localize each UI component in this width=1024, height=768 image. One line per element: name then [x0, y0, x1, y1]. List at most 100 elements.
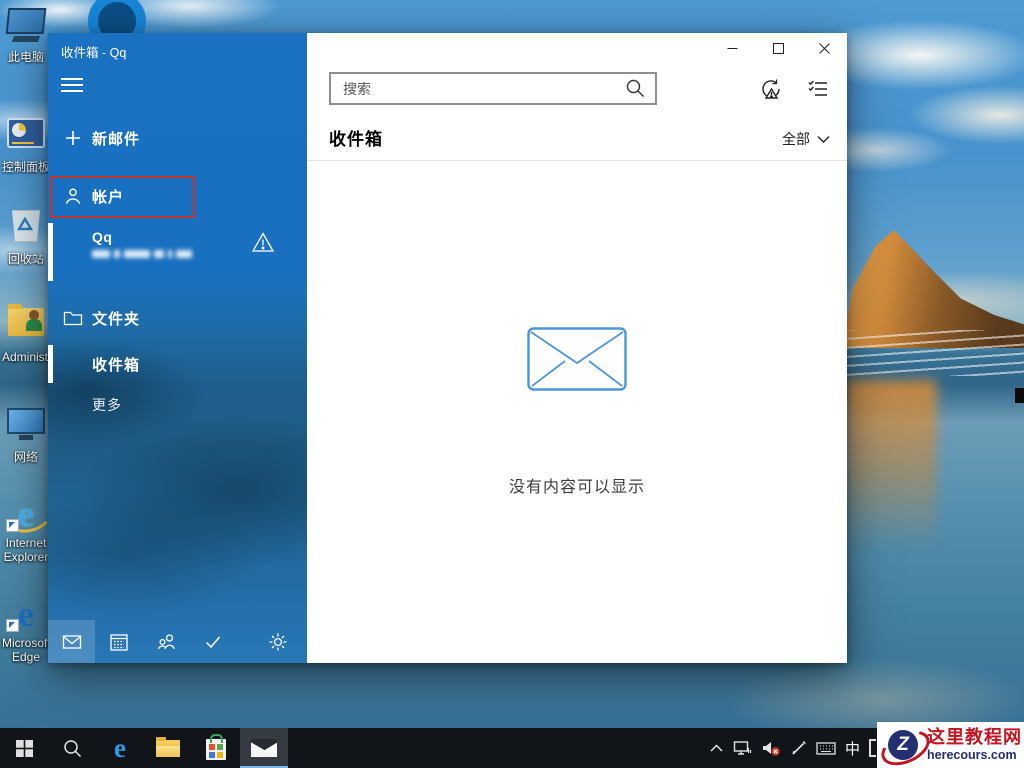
select-list-icon [806, 77, 830, 101]
shortcut-arrow-icon [6, 519, 19, 532]
header-divider [307, 160, 847, 161]
window-controls [709, 33, 847, 64]
selection-indicator [48, 223, 53, 281]
start-button[interactable] [0, 728, 48, 768]
new-mail-button[interactable]: 新邮件 [48, 123, 307, 153]
accounts-button[interactable]: 帐户 [48, 181, 307, 211]
desktop-icon-label: 控制面板 [2, 161, 50, 175]
taskbar-search-button[interactable] [48, 728, 96, 768]
mail-nav-button[interactable] [48, 620, 95, 663]
taskbar-edge-button[interactable]: e [96, 728, 144, 768]
watermark: Z 这里教程网 herecours.com [877, 722, 1024, 768]
mail-app-window: 收件箱 - Qq 新邮件 帐户 [48, 33, 847, 663]
calendar-nav-button[interactable] [95, 620, 142, 663]
mail-app-icon [251, 739, 277, 757]
desktop-icon-this-pc[interactable]: 此电脑 [2, 6, 50, 65]
search-icon[interactable] [626, 79, 645, 98]
selection-mode-button[interactable] [802, 73, 834, 105]
desktop-icon-label: Microsoft Edge [2, 637, 50, 665]
windows-logo-icon [16, 740, 33, 757]
window-title: 收件箱 - Qq [61, 42, 126, 61]
sidebar-item-inbox[interactable]: 收件箱 [48, 345, 307, 383]
warning-triangle-icon [251, 231, 275, 258]
wallpaper-cliff-reflection [845, 380, 937, 550]
desktop-icon-microsoft-edge[interactable]: e Microsoft Edge [2, 594, 50, 665]
control-panel-icon [6, 118, 46, 158]
gear-icon [267, 631, 289, 653]
desktop-icon-recycle-bin[interactable]: 回收站 [2, 206, 50, 267]
tray-partial-icon [869, 739, 876, 757]
masked-email-address [92, 250, 192, 258]
taskbar-store-button[interactable] [192, 728, 240, 768]
filter-dropdown[interactable]: 全部 [782, 129, 830, 149]
calendar-icon [108, 631, 130, 653]
people-nav-button[interactable] [142, 620, 189, 663]
desktop-screen: 此电脑 控制面板 回收站 Administrator 网络 e Internet… [0, 0, 1024, 768]
touch-keyboard-icon[interactable] [816, 741, 836, 756]
settings-nav-button[interactable] [254, 620, 301, 663]
new-mail-label: 新邮件 [92, 128, 140, 149]
desktop-icon-internet-explorer[interactable]: e Internet Explorer [2, 494, 50, 565]
watermark-site-name: 这里教程网 [927, 727, 1022, 748]
account-item-qq[interactable]: Qq [48, 223, 307, 283]
desktop-icon-label: 网络 [2, 451, 50, 465]
network-icon [6, 408, 46, 448]
checkmark-icon [202, 631, 224, 653]
search-icon [63, 739, 82, 758]
search-input[interactable] [341, 80, 626, 98]
desktop-icon-administrator[interactable]: Administrator [2, 302, 50, 365]
this-pc-icon [6, 8, 46, 48]
folders-label: 文件夹 [92, 308, 140, 329]
mail-sidebar: 收件箱 - Qq 新邮件 帐户 [48, 33, 307, 663]
volume-muted-icon[interactable] [761, 740, 781, 757]
mouse-cursor [1015, 388, 1024, 403]
plus-icon [62, 127, 84, 149]
internet-explorer-icon: e [6, 494, 46, 534]
taskbar-mail-button[interactable] [240, 728, 288, 768]
desktop-icon-control-panel[interactable]: 控制面板 [2, 112, 50, 175]
desktop-icon-label: Internet Explorer [2, 537, 50, 565]
sync-error-icon [759, 77, 783, 101]
network-icon[interactable] [733, 740, 752, 756]
close-button[interactable] [801, 33, 847, 64]
inbox-header-title: 收件箱 [329, 125, 383, 150]
recycle-bin-icon [6, 210, 46, 250]
pen-icon[interactable] [790, 740, 807, 757]
watermark-logo-icon: Z [881, 725, 925, 765]
store-icon [206, 739, 226, 760]
hamburger-menu-button[interactable] [61, 78, 83, 94]
empty-envelope-icon [527, 327, 627, 396]
file-explorer-icon [156, 740, 180, 757]
user-folder-icon [6, 308, 46, 348]
desktop-icon-label: 回收站 [2, 253, 50, 267]
selection-indicator [48, 345, 53, 383]
taskbar-file-explorer-button[interactable] [144, 728, 192, 768]
more-label: 更多 [92, 395, 122, 415]
person-icon [62, 185, 84, 207]
minimize-button[interactable] [709, 33, 755, 64]
maximize-button[interactable] [755, 33, 801, 64]
folders-button[interactable]: 文件夹 [48, 303, 307, 333]
search-box [329, 72, 657, 105]
chevron-down-icon [817, 135, 830, 144]
filter-label: 全部 [782, 129, 810, 149]
desktop-icon-label: Administrator [2, 351, 50, 365]
accounts-label: 帐户 [92, 186, 124, 207]
folder-icon [62, 307, 84, 329]
wallpaper-sea-foam [830, 330, 1024, 376]
edge-icon: e [114, 735, 126, 762]
desktop-icon-label: 此电脑 [2, 51, 50, 65]
system-tray: 中 [709, 728, 876, 768]
tray-chevron-up-icon[interactable] [709, 742, 724, 754]
inbox-label: 收件箱 [92, 354, 140, 375]
sync-button[interactable] [755, 73, 787, 105]
desktop-icon-network[interactable]: 网络 [2, 404, 50, 465]
shortcut-arrow-icon [6, 619, 19, 632]
tasks-nav-button[interactable] [189, 620, 236, 663]
watermark-domain: herecours.com [927, 748, 1022, 762]
mail-icon [61, 631, 83, 653]
people-icon [155, 631, 177, 653]
sidebar-item-more[interactable]: 更多 [48, 391, 307, 419]
ime-indicator[interactable]: 中 [845, 738, 860, 759]
empty-state-message: 没有内容可以显示 [307, 473, 847, 497]
